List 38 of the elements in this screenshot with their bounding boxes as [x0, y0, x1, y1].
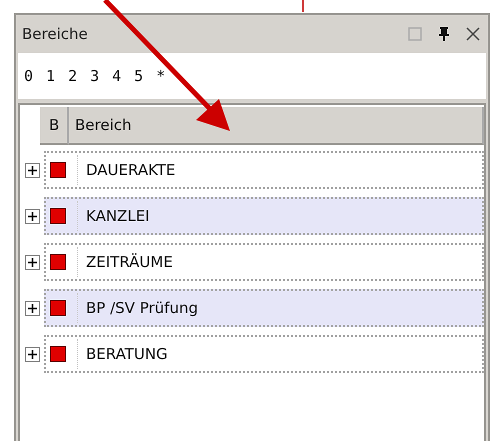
- plus-icon: [28, 350, 37, 358]
- row-label: DAUERAKTE: [77, 155, 176, 185]
- column-header[interactable]: B: [40, 107, 69, 145]
- expand-button[interactable]: [25, 346, 40, 362]
- status-square-icon: [50, 300, 66, 316]
- expand-button[interactable]: [25, 300, 40, 316]
- level-button[interactable]: 4: [112, 67, 122, 85]
- expand-button[interactable]: [25, 162, 40, 178]
- panel-title: Bereiche: [22, 25, 89, 43]
- pin-icon[interactable]: [438, 26, 450, 42]
- level-button[interactable]: *: [156, 67, 166, 85]
- status-square-icon: [50, 208, 66, 224]
- plus-icon: [28, 304, 37, 312]
- tree-row[interactable]: ZEITRÄUME: [44, 243, 484, 281]
- level-button[interactable]: 5: [134, 67, 144, 85]
- plus-icon: [28, 258, 37, 266]
- row-label: BP /SV Prüfung: [77, 293, 198, 323]
- close-icon[interactable]: [466, 27, 480, 41]
- tree-row[interactable]: BERATUNG: [44, 335, 484, 373]
- annotation-line: [302, 0, 304, 12]
- row-label: BERATUNG: [77, 339, 168, 369]
- tree-row[interactable]: KANZLEI: [44, 197, 484, 235]
- column-header[interactable]: Bereich: [69, 107, 484, 145]
- row-label: KANZLEI: [77, 201, 150, 231]
- tree-row[interactable]: DAUERAKTE: [44, 151, 484, 189]
- level-button[interactable]: 3: [90, 67, 100, 85]
- tree-row[interactable]: BP /SV Prüfung: [44, 289, 484, 327]
- level-button[interactable]: 0: [24, 67, 34, 85]
- plus-icon: [28, 166, 37, 174]
- status-square-icon: [50, 162, 66, 178]
- plus-icon: [28, 212, 37, 220]
- status-square-icon: [50, 254, 66, 270]
- row-label: ZEITRÄUME: [77, 247, 173, 277]
- level-button[interactable]: 2: [68, 67, 78, 85]
- status-square-icon: [50, 346, 66, 362]
- expand-button[interactable]: [25, 254, 40, 270]
- level-button[interactable]: 1: [46, 67, 56, 85]
- expand-button[interactable]: [25, 208, 40, 224]
